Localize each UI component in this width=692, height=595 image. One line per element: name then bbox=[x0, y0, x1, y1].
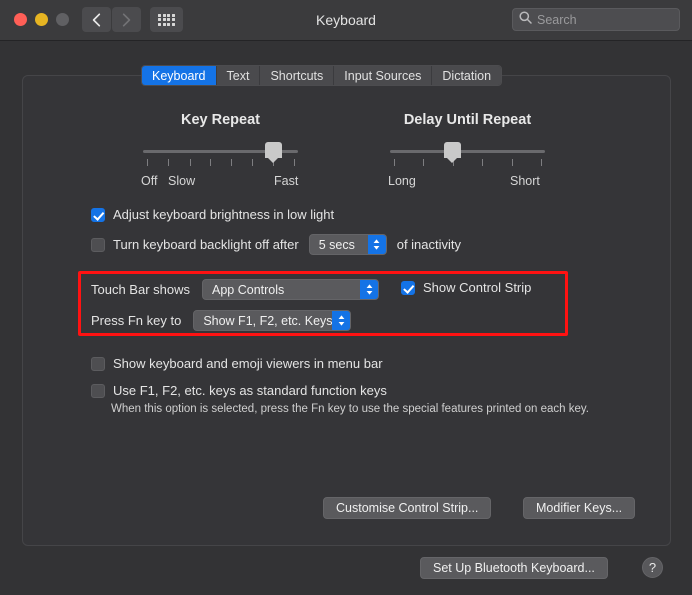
tab-input-sources[interactable]: Input Sources bbox=[334, 66, 433, 85]
touch-bar-shows-row: Touch Bar shows App Controls bbox=[91, 279, 379, 300]
show-control-strip-checkbox[interactable] bbox=[401, 280, 415, 295]
back-button[interactable] bbox=[82, 7, 111, 32]
key-repeat-thumb[interactable] bbox=[264, 142, 282, 163]
delay-until-repeat-slider[interactable] bbox=[390, 142, 545, 168]
set-up-bluetooth-keyboard-button[interactable]: Set Up Bluetooth Keyboard... bbox=[420, 557, 608, 579]
delay-until-repeat-thumb[interactable] bbox=[444, 142, 462, 163]
show-viewers-label: Show keyboard and emoji viewers in menu … bbox=[113, 356, 383, 371]
touch-bar-shows-popup[interactable]: App Controls bbox=[202, 279, 379, 300]
key-repeat-label-slow: Slow bbox=[168, 174, 196, 188]
chevron-right-icon bbox=[122, 12, 131, 27]
chevron-updown-icon bbox=[332, 311, 351, 330]
chevron-updown-icon bbox=[367, 235, 386, 254]
key-repeat-title: Key Repeat bbox=[181, 112, 260, 128]
preference-tabs: Keyboard Text Shortcuts Input Sources Di… bbox=[141, 65, 503, 86]
delay-until-repeat-ticks bbox=[390, 159, 545, 167]
touch-bar-shows-value: App Controls bbox=[212, 282, 285, 297]
window-titlebar: Keyboard Search bbox=[0, 0, 692, 41]
adjust-brightness-label: Adjust keyboard brightness in low light bbox=[113, 207, 335, 222]
adjust-brightness-checkbox[interactable] bbox=[91, 207, 105, 222]
search-placeholder: Search bbox=[537, 12, 577, 27]
delay-until-repeat-slider-group: Delay Until Repeat Long Short bbox=[388, 112, 545, 190]
tab-keyboard[interactable]: Keyboard bbox=[142, 66, 217, 85]
customise-control-strip-button[interactable]: Customise Control Strip... bbox=[323, 497, 492, 519]
forward-button[interactable] bbox=[112, 7, 141, 32]
keyboard-settings-panel: Key Repeat Off Slow Fast Delay Until Rep… bbox=[22, 75, 671, 546]
standard-function-keys-label: Use F1, F2, etc. keys as standard functi… bbox=[113, 383, 387, 398]
tab-text[interactable]: Text bbox=[216, 66, 261, 85]
key-repeat-label-off: Off bbox=[141, 174, 158, 188]
key-repeat-slider[interactable] bbox=[143, 142, 298, 168]
show-control-strip-label: Show Control Strip bbox=[423, 280, 532, 295]
standard-function-keys-row[interactable]: Use F1, F2, etc. keys as standard functi… bbox=[91, 383, 387, 398]
adjust-brightness-row[interactable]: Adjust keyboard brightness in low light bbox=[91, 207, 334, 222]
close-window-button[interactable] bbox=[14, 13, 27, 26]
delay-label-short: Short bbox=[510, 174, 540, 188]
touch-bar-shows-label: Touch Bar shows bbox=[91, 282, 190, 297]
backlight-off-suffix: of inactivity bbox=[396, 237, 462, 252]
tab-dictation[interactable]: Dictation bbox=[432, 66, 502, 85]
backlight-off-row[interactable]: Turn keyboard backlight off after 5 secs… bbox=[91, 234, 461, 255]
standard-function-keys-hint: When this option is selected, press the … bbox=[111, 403, 589, 415]
show-control-strip-row[interactable]: Show Control Strip bbox=[401, 280, 531, 295]
delay-until-repeat-track bbox=[390, 150, 545, 153]
key-repeat-label-fast: Fast bbox=[274, 174, 299, 188]
grid-icon bbox=[158, 13, 175, 26]
chevron-left-icon bbox=[92, 12, 101, 27]
show-all-preferences-button[interactable] bbox=[150, 7, 183, 32]
press-fn-key-row: Press Fn key to Show F1, F2, etc. Keys bbox=[91, 310, 352, 331]
key-repeat-slider-group: Key Repeat Off Slow Fast bbox=[141, 112, 299, 190]
press-fn-key-popup[interactable]: Show F1, F2, etc. Keys bbox=[193, 310, 352, 331]
press-fn-key-label: Press Fn key to bbox=[91, 313, 182, 328]
show-viewers-row[interactable]: Show keyboard and emoji viewers in menu … bbox=[91, 356, 383, 371]
key-repeat-labels: Off Slow Fast bbox=[141, 174, 299, 190]
help-button[interactable]: ? bbox=[642, 557, 663, 578]
search-icon bbox=[519, 10, 532, 29]
delay-until-repeat-labels: Long Short bbox=[388, 174, 545, 190]
backlight-delay-value: 5 secs bbox=[318, 237, 355, 252]
zoom-window-button[interactable] bbox=[56, 13, 69, 26]
show-viewers-checkbox[interactable] bbox=[91, 356, 105, 371]
backlight-off-label: Turn keyboard backlight off after bbox=[113, 237, 299, 252]
standard-function-keys-checkbox[interactable] bbox=[91, 383, 105, 398]
tab-shortcuts[interactable]: Shortcuts bbox=[260, 66, 335, 85]
delay-until-repeat-title: Delay Until Repeat bbox=[403, 112, 532, 128]
modifier-keys-button[interactable]: Modifier Keys... bbox=[523, 497, 636, 519]
backlight-delay-popup[interactable]: 5 secs bbox=[308, 234, 387, 255]
keyboard-preferences-window: Keyboard Search Keyboard Text Shortcuts … bbox=[0, 0, 692, 595]
search-field[interactable]: Search bbox=[512, 8, 680, 31]
delay-label-long: Long bbox=[388, 174, 416, 188]
chevron-updown-icon bbox=[360, 280, 378, 299]
backlight-off-checkbox[interactable] bbox=[91, 237, 105, 252]
minimize-window-button[interactable] bbox=[35, 13, 48, 26]
press-fn-key-value: Show F1, F2, etc. Keys bbox=[203, 313, 333, 328]
